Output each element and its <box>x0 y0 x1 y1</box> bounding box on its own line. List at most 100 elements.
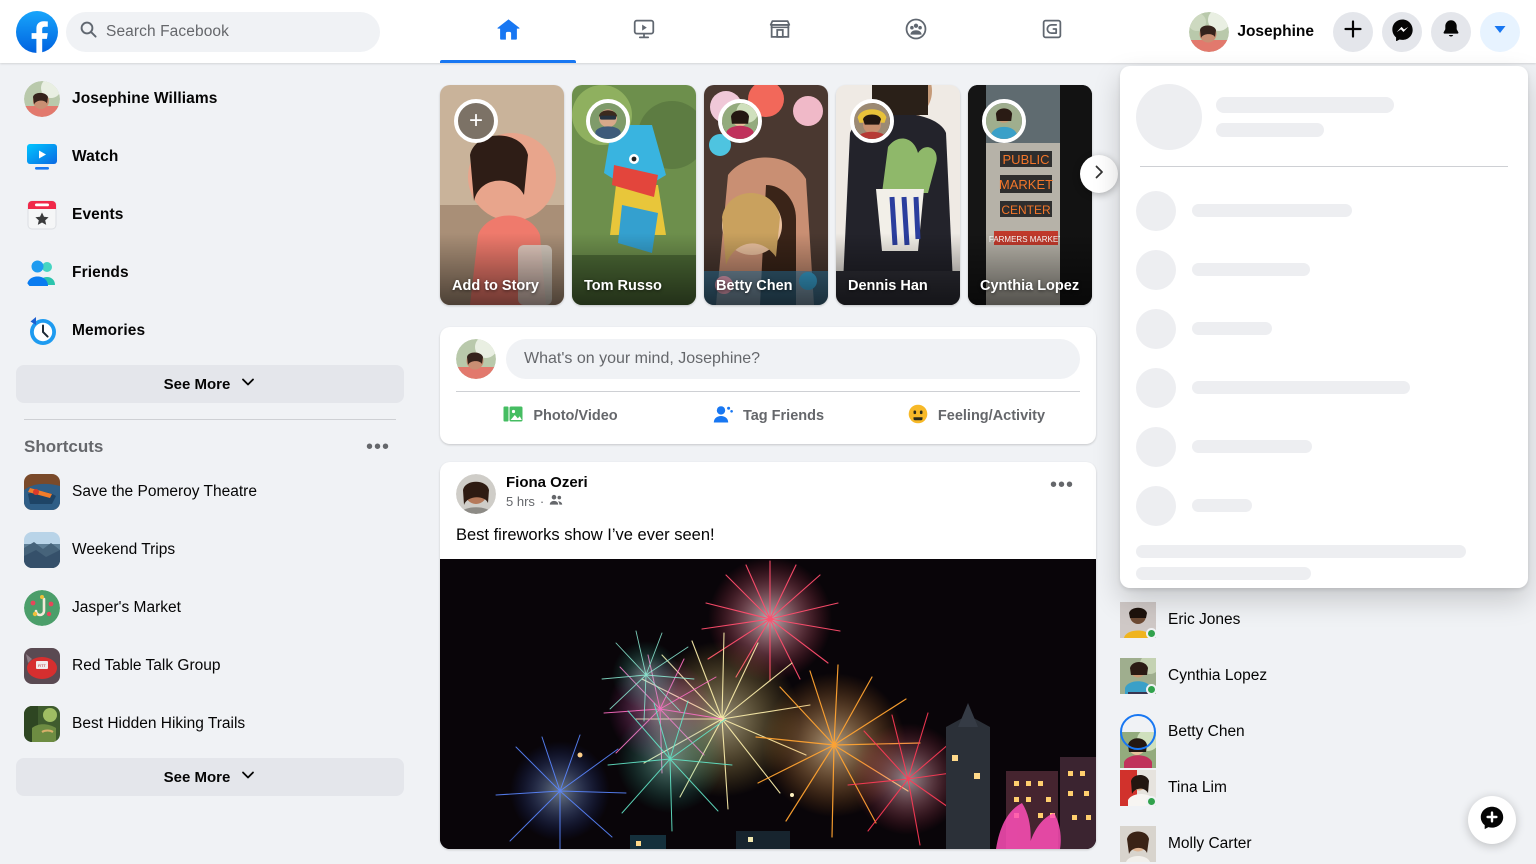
sidebar-item-label: Josephine Williams <box>72 90 218 107</box>
nav-tab-home[interactable] <box>440 0 576 63</box>
sidebar-item-watch[interactable]: Watch <box>16 133 404 181</box>
top-bar-right: Josephine <box>1187 0 1520 63</box>
composer-action-label: Tag Friends <box>742 408 825 424</box>
story-card-cynthia-lopez[interactable]: PUBLIC MARKET CENTER FARMERS MARKET Cynt… <box>968 85 1092 305</box>
account-shortcut[interactable]: Josephine <box>1187 10 1324 54</box>
contact-photo <box>1120 826 1156 862</box>
stories-next-button[interactable] <box>1080 155 1118 193</box>
contact-name: Betty Chen <box>1168 723 1245 740</box>
sidebar-see-more-button[interactable]: See More <box>16 365 404 403</box>
account-menu-button[interactable] <box>1480 11 1520 52</box>
skeleton-line <box>1216 97 1394 113</box>
shortcut-item-hiking-trails[interactable]: Best Hidden Hiking Trails <box>16 700 404 748</box>
nav-tab-groups[interactable] <box>848 0 984 63</box>
skeleton-line <box>1192 263 1310 276</box>
profile-avatar-icon <box>24 81 60 117</box>
sidebar-item-friends[interactable]: Friends <box>16 249 404 297</box>
top-bar-left: Search Facebook <box>0 10 380 53</box>
sidebar-item-memories[interactable]: Memories <box>16 307 404 355</box>
ellipsis-icon[interactable]: ••• <box>360 436 396 458</box>
avatar <box>1120 826 1156 862</box>
skeleton-line <box>1136 567 1311 580</box>
account-name: Josephine <box>1237 22 1314 40</box>
story-label: Betty Chen <box>716 278 793 294</box>
messenger-button[interactable] <box>1382 11 1422 52</box>
shortcut-item-pomeroy-theatre[interactable]: Save the Pomeroy Theatre <box>16 468 404 516</box>
search-icon <box>80 21 97 43</box>
skeleton-avatar <box>1136 426 1176 467</box>
facebook-logo[interactable] <box>16 10 58 53</box>
composer-feeling-activity-button[interactable]: Feeling/Activity <box>872 392 1080 440</box>
svg-text:RTT: RTT <box>38 663 46 668</box>
left-sidebar: Josephine Williams Watch Events Friends … <box>0 63 420 864</box>
composer-photo-video-button[interactable]: Photo/Video <box>456 392 664 440</box>
story-author-avatar <box>586 99 630 143</box>
see-more-label: See More <box>163 375 231 393</box>
story-label: Tom Russo <box>584 278 662 294</box>
plus-icon: + <box>454 99 498 143</box>
events-calendar-icon <box>24 197 60 233</box>
composer-placeholder: What's on your mind, Josephine? <box>524 350 761 367</box>
story-author-avatar <box>982 99 1026 143</box>
contact-tina-lim[interactable]: Tina Lim <box>1112 760 1520 816</box>
messenger-icon <box>1391 18 1414 46</box>
avatar[interactable] <box>456 474 496 514</box>
story-card-tom-russo[interactable]: Tom Russo <box>572 85 696 305</box>
search-input[interactable]: Search Facebook <box>66 11 380 52</box>
story-card-dennis-han[interactable]: Dennis Han <box>836 85 960 305</box>
create-button[interactable] <box>1333 11 1373 52</box>
notifications-button[interactable] <box>1431 11 1471 52</box>
storefront-icon <box>767 16 793 47</box>
sidebar-item-label: Events <box>72 206 124 223</box>
sidebar-divider <box>24 419 396 420</box>
sidebar-item-label: Friends <box>72 264 129 281</box>
post-image[interactable] <box>440 559 1096 849</box>
skeleton-avatar <box>1136 190 1176 231</box>
gaming-icon <box>1039 16 1065 47</box>
shortcut-thumbnail <box>24 706 60 742</box>
shortcut-label: Weekend Trips <box>72 541 176 558</box>
contact-eric-jones[interactable]: Eric Jones <box>1112 592 1520 648</box>
story-card-betty-chen[interactable]: Betty Chen <box>704 85 828 305</box>
composer-input[interactable]: What's on your mind, Josephine? <box>506 339 1080 379</box>
account-dropdown-panel[interactable] <box>1120 66 1528 588</box>
story-label: Add to Story <box>452 278 539 294</box>
contact-betty-chen[interactable]: Betty Chen <box>1112 704 1520 768</box>
video-screen-icon <box>631 16 657 47</box>
svg-text:CENTER: CENTER <box>1001 203 1051 217</box>
contact-photo <box>1120 732 1156 768</box>
shortcuts-title: Shortcuts <box>24 437 104 456</box>
online-status-indicator <box>1146 684 1157 695</box>
post-menu-button[interactable]: ••• <box>1044 474 1080 496</box>
chevron-down-icon <box>240 374 256 394</box>
post-author[interactable]: Fiona Ozeri <box>506 474 1044 491</box>
post-text: Best fireworks show I’ve ever seen! <box>456 526 715 544</box>
contact-cynthia-lopez[interactable]: Cynthia Lopez <box>1112 648 1520 704</box>
sidebar-item-profile[interactable]: Josephine Williams <box>16 75 404 123</box>
friends-audience-icon <box>549 493 563 510</box>
dropdown-row-placeholder <box>1136 358 1512 417</box>
nav-tab-gaming[interactable] <box>984 0 1120 63</box>
dropdown-row-placeholder <box>1136 240 1512 299</box>
contact-name: Tina Lim <box>1168 779 1227 796</box>
story-card-add[interactable]: + Add to Story <box>440 85 564 305</box>
composer-tag-friends-button[interactable]: Tag Friends <box>664 392 872 440</box>
new-message-button[interactable] <box>1468 796 1516 844</box>
bell-icon <box>1440 18 1462 45</box>
friends-icon <box>24 255 60 291</box>
dropdown-row-placeholder <box>1136 476 1512 535</box>
nav-tab-marketplace[interactable] <box>712 0 848 63</box>
shortcuts-see-more-button[interactable]: See More <box>16 758 404 796</box>
shortcut-label: Jasper's Market <box>72 599 181 616</box>
composer-top-row: What's on your mind, Josephine? <box>456 339 1080 379</box>
nav-tab-watch[interactable] <box>576 0 712 63</box>
dropdown-header-placeholder <box>1136 84 1512 150</box>
groups-icon <box>903 16 929 47</box>
shortcut-item-red-table-talk[interactable]: RTT Red Table Talk Group <box>16 642 404 690</box>
home-icon <box>495 16 522 48</box>
sidebar-item-events[interactable]: Events <box>16 191 404 239</box>
contact-molly-carter[interactable]: Molly Carter <box>1112 816 1520 864</box>
shortcut-item-jaspers-market[interactable]: Jasper's Market <box>16 584 404 632</box>
shortcut-item-weekend-trips[interactable]: Weekend Trips <box>16 526 404 574</box>
sidebar-item-label: Memories <box>72 322 146 339</box>
